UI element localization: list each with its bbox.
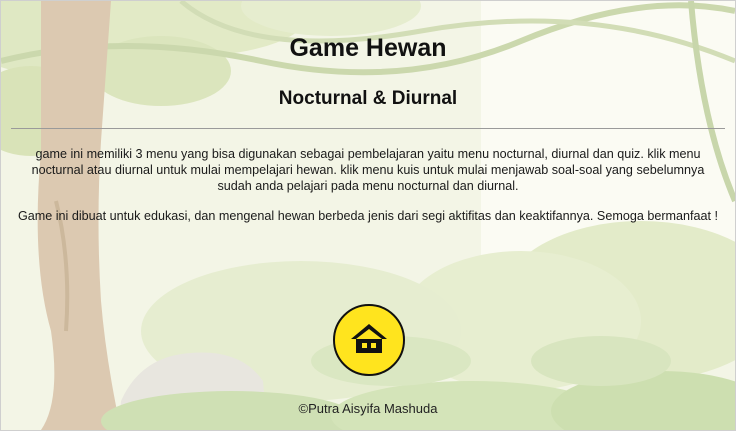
page-title: Game Hewan	[289, 34, 447, 62]
divider	[11, 128, 725, 129]
footer-credit: ©Putra Aisyifa Mashuda	[298, 401, 438, 416]
page-frame: Game Hewan Nocturnal & Diurnal game ini …	[0, 0, 736, 431]
page-subtitle: Nocturnal & Diurnal	[278, 88, 458, 109]
description-paragraph-2: Game ini dibuat untuk edukasi, dan menge…	[17, 209, 719, 223]
intro-panel: Game Hewan Nocturnal & Diurnal game ini …	[1, 1, 735, 430]
home-button[interactable]	[333, 304, 405, 376]
description-paragraph-1: game ini memiliki 3 menu yang bisa digun…	[31, 147, 705, 193]
home-icon	[351, 324, 387, 353]
